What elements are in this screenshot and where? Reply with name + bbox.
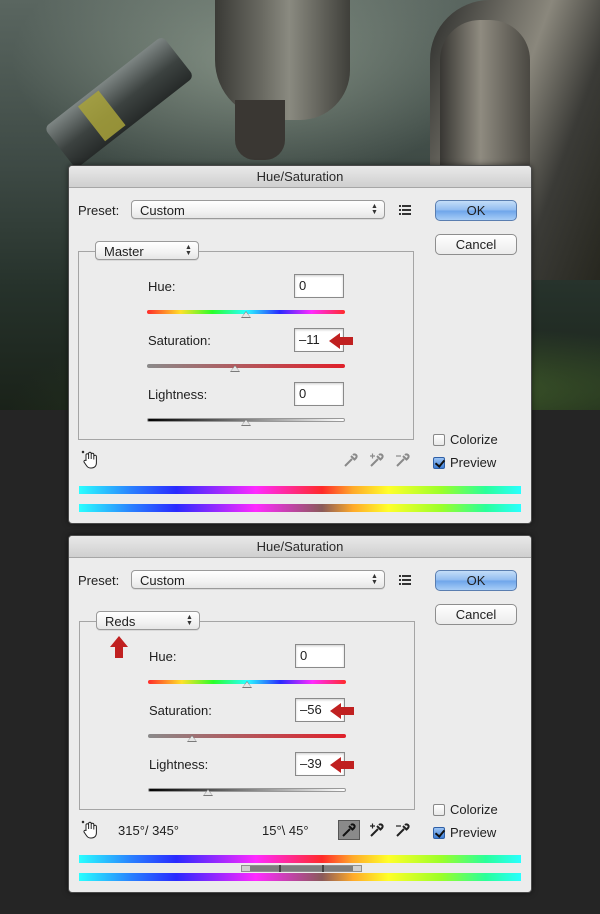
hue-slider-thumb[interactable]	[241, 311, 251, 318]
range-right-angles: 15°\ 45°	[262, 823, 309, 838]
eyedropper-minus-icon[interactable]	[395, 452, 411, 468]
saturation-slider-thumb[interactable]	[230, 365, 241, 372]
saturation-slider-thumb[interactable]	[186, 735, 197, 742]
input-color-bar	[79, 855, 521, 863]
range-left-angles: 315°/ 345°	[118, 823, 180, 838]
preset-value: Custom	[140, 203, 185, 218]
colorize-label: Colorize	[450, 432, 498, 447]
targeted-adjustment-hand-icon[interactable]	[81, 450, 101, 473]
hue-slider-thumb[interactable]	[242, 681, 252, 688]
chevron-updown-icon: ▲ ▼	[186, 614, 193, 627]
lightness-slider-thumb[interactable]	[241, 419, 251, 426]
channel-dropdown[interactable]: Master ▲ ▼	[95, 241, 199, 260]
targeted-adjustment-hand-icon[interactable]	[81, 820, 101, 843]
lightness-slider-track[interactable]	[148, 788, 346, 792]
adjustment-group	[79, 621, 415, 810]
preview-label: Preview	[450, 825, 497, 840]
dialog-title: Hue/Saturation	[69, 166, 531, 188]
hue-saturation-dialog-master: Hue/Saturation Preset: Custom ▲ ▼ OK Canc…	[68, 165, 532, 524]
red-arrow-icon	[329, 333, 353, 349]
eyedropper-plus-icon[interactable]	[369, 822, 385, 838]
hue-saturation-dialog-reds: Hue/Saturation Preset: Custom ▲ ▼ OK Canc…	[68, 535, 532, 893]
colorize-label: Colorize	[450, 802, 498, 817]
range-handle-left[interactable]	[279, 865, 281, 872]
preset-dropdown[interactable]: Custom ▲ ▼	[131, 200, 385, 219]
output-color-bar	[79, 504, 521, 512]
preset-value: Custom	[140, 573, 185, 588]
chevron-updown-icon: ▲ ▼	[371, 573, 378, 586]
cancel-button[interactable]: Cancel	[435, 234, 517, 255]
preview-checkbox[interactable]	[433, 457, 445, 469]
dialog-title: Hue/Saturation	[69, 536, 531, 558]
saturation-label: Saturation:	[148, 333, 211, 348]
hue-label: Hue:	[148, 279, 176, 294]
input-color-bar	[79, 486, 521, 494]
preview-label: Preview	[450, 455, 497, 470]
lightness-slider-thumb[interactable]	[203, 789, 214, 796]
ok-button[interactable]: OK	[435, 200, 517, 221]
saturation-slider-track[interactable]	[148, 734, 346, 738]
preset-dropdown[interactable]: Custom ▲ ▼	[131, 570, 385, 589]
hue-label: Hue:	[149, 649, 177, 664]
cancel-button[interactable]: Cancel	[435, 604, 517, 625]
lightness-input[interactable]: 0	[294, 382, 344, 406]
eyedropper-icon[interactable]	[338, 820, 360, 840]
preset-label: Preset:	[78, 573, 120, 588]
robot-gun	[44, 35, 195, 169]
hue-input[interactable]: 0	[295, 644, 345, 668]
colorize-checkbox[interactable]	[433, 804, 445, 816]
chevron-updown-icon: ▲ ▼	[371, 203, 378, 216]
adjustment-group	[78, 251, 414, 440]
saturation-label: Saturation:	[149, 703, 212, 718]
lightness-label: Lightness:	[149, 757, 209, 772]
robot-foot	[235, 100, 285, 160]
preset-label: Preset:	[78, 203, 120, 218]
preview-checkbox[interactable]	[433, 827, 445, 839]
channel-value: Master	[104, 244, 144, 259]
menu-icon[interactable]	[399, 205, 411, 215]
eyedropper-icon[interactable]	[343, 452, 359, 468]
red-arrow-icon	[110, 636, 128, 658]
color-range-core	[250, 866, 353, 871]
lightness-label: Lightness:	[148, 387, 208, 402]
red-arrow-icon	[330, 703, 354, 719]
hue-input[interactable]: 0	[294, 274, 344, 298]
output-color-bar	[79, 873, 521, 881]
ok-button[interactable]: OK	[435, 570, 517, 591]
eyedropper-minus-icon[interactable]	[395, 822, 411, 838]
eyedropper-plus-icon[interactable]	[369, 452, 385, 468]
channel-value: Reds	[105, 614, 136, 629]
color-range-slider[interactable]	[241, 865, 362, 872]
channel-dropdown[interactable]: Reds ▲ ▼	[96, 611, 200, 630]
saturation-slider-track[interactable]	[147, 364, 345, 368]
colorize-checkbox[interactable]	[433, 434, 445, 446]
red-arrow-icon	[330, 757, 354, 773]
menu-icon[interactable]	[399, 575, 411, 585]
range-handle-right[interactable]	[322, 865, 324, 872]
chevron-updown-icon: ▲ ▼	[185, 244, 192, 257]
